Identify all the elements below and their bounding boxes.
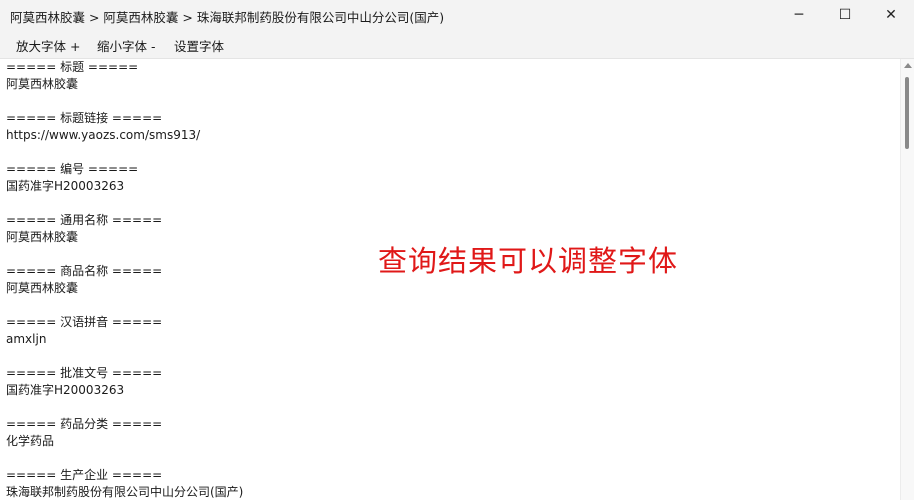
record-header: ===== 批准文号 ===== [6, 366, 163, 380]
record-header: ===== 通用名称 ===== [6, 213, 163, 227]
zoom-in-menu-item[interactable]: 放大字体 + [16, 36, 80, 55]
record-header: ===== 标题链接 ===== [6, 111, 163, 125]
record-drug-category: ===== 药品分类 ===== 化学药品 [6, 416, 162, 450]
record-value: 国药准字H20003263 [6, 383, 125, 397]
maximize-button[interactable]: ☐ [822, 0, 868, 30]
overlay-caption: 查询结果可以调整字体 [378, 244, 679, 278]
close-button[interactable]: ✕ [868, 0, 914, 30]
record-value: 阿莫西林胶囊 [6, 230, 79, 244]
record-value: 阿莫西林胶囊 [6, 281, 79, 295]
minimize-button[interactable]: ─ [776, 0, 822, 30]
record-value: 化学药品 [6, 434, 55, 448]
record-header: ===== 商品名称 ===== [6, 264, 163, 278]
record-approval-number: ===== 批准文号 ===== 国药准字H20003263 [6, 365, 162, 399]
record-header: ===== 汉语拼音 ===== [6, 315, 163, 329]
zoom-out-menu-item[interactable]: 缩小字体 - [97, 36, 155, 55]
set-font-menu-item[interactable]: 设置字体 [174, 36, 224, 55]
scroll-up-arrow-icon[interactable] [904, 63, 912, 68]
record-value: amxljn [6, 332, 47, 346]
window-title: 阿莫西林胶囊 > 阿莫西林胶囊 > 珠海联邦制药股份有限公司中山分公司(国产) [10, 10, 445, 25]
minimize-icon: ─ [794, 7, 804, 23]
vertical-scrollbar[interactable] [900, 59, 914, 500]
record-header: ===== 标题 ===== [6, 60, 139, 74]
close-icon: ✕ [885, 7, 897, 23]
scrollbar-thumb[interactable] [905, 77, 909, 149]
record-value: https://www.yaozs.com/sms913/ [6, 128, 201, 142]
record-value: 阿莫西林胶囊 [6, 77, 79, 91]
record-product-name: ===== 商品名称 ===== 阿莫西林胶囊 [6, 263, 162, 297]
record-value: 国药准字H20003263 [6, 179, 125, 193]
window-controls: ─ ☐ ✕ [776, 0, 914, 30]
record-pinyin: ===== 汉语拼音 ===== amxljn [6, 314, 162, 348]
record-generic-name: ===== 通用名称 ===== 阿莫西林胶囊 [6, 212, 162, 246]
record-header: ===== 药品分类 ===== [6, 417, 163, 431]
record-header: ===== 生产企业 ===== [6, 468, 163, 482]
record-header: ===== 编号 ===== [6, 162, 139, 176]
record-manufacturer: ===== 生产企业 ===== 珠海联邦制药股份有限公司中山分公司(国产) [6, 467, 243, 500]
menu-bar: 放大字体 + 缩小字体 - 设置字体 [0, 30, 914, 59]
title-bar: 阿莫西林胶囊 > 阿莫西林胶囊 > 珠海联邦制药股份有限公司中山分公司(国产) … [0, 0, 914, 30]
record-value: 珠海联邦制药股份有限公司中山分公司(国产) [6, 485, 244, 499]
record-number: ===== 编号 ===== 国药准字H20003263 [6, 161, 138, 195]
maximize-icon: ☐ [838, 7, 852, 23]
record-title-link: ===== 标题链接 ===== https://www.yaozs.com/s… [6, 110, 200, 144]
record-title: ===== 标题 ===== 阿莫西林胶囊 [6, 59, 138, 93]
